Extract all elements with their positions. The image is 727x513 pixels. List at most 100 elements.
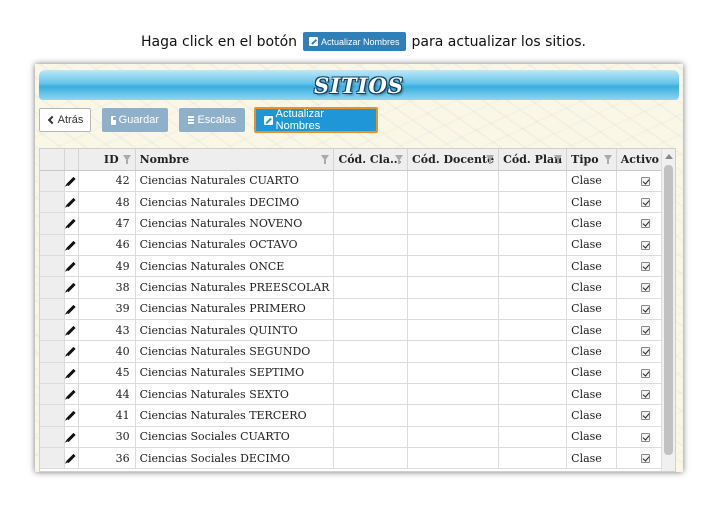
checkbox-checked-icon[interactable] — [640, 432, 650, 442]
cell-cod-clase — [333, 170, 409, 192]
table-row[interactable]: 47 Ciencias Naturales NOVENO Clase — [40, 212, 675, 235]
cell-cod-clase — [333, 234, 409, 256]
row-selector[interactable] — [40, 404, 65, 427]
row-selector[interactable] — [40, 276, 65, 299]
filter-icon[interactable] — [486, 155, 495, 164]
checkbox-checked-icon[interactable] — [640, 219, 650, 229]
table-row[interactable]: 40 Ciencias Naturales SEGUNDO Clase — [40, 340, 675, 363]
pencil-icon — [66, 197, 76, 208]
checkbox-checked-icon[interactable] — [640, 368, 650, 378]
checkbox-checked-icon[interactable] — [640, 326, 650, 336]
checkbox-checked-icon[interactable] — [640, 454, 650, 464]
table-row[interactable]: 39 Ciencias Naturales PRIMERO Clase — [40, 298, 675, 320]
row-selector[interactable] — [40, 212, 65, 235]
column-header-cod-clase[interactable]: Cód. Cla... — [333, 149, 409, 171]
checkbox-checked-icon[interactable] — [640, 198, 650, 208]
filter-icon[interactable] — [122, 155, 131, 164]
filter-icon[interactable] — [554, 155, 563, 164]
scrollbar-thumb[interactable] — [664, 165, 673, 455]
column-header-nombre[interactable]: Nombre — [135, 149, 335, 171]
checkbox-checked-icon[interactable] — [640, 262, 650, 272]
cell-id: 41 — [78, 404, 136, 427]
edit-row-button[interactable] — [64, 234, 79, 256]
checkbox-checked-icon[interactable] — [640, 283, 650, 293]
scroll-up-arrow-icon[interactable] — [665, 154, 673, 159]
cell-nombre: Ciencias Naturales PRIMERO — [135, 298, 335, 320]
row-selector[interactable] — [40, 362, 65, 384]
table-row[interactable]: 41 Ciencias Naturales TERCERO Clase — [40, 404, 675, 427]
table-row[interactable]: 38 Ciencias Naturales PREESCOLAR Clase — [40, 276, 675, 299]
row-selector[interactable] — [40, 340, 65, 363]
update-names-button[interactable]: Actualizar Nombres — [254, 107, 378, 133]
table-row[interactable]: 46 Ciencias Naturales OCTAVO Clase — [40, 234, 675, 256]
column-header-id[interactable]: ID — [78, 149, 136, 171]
edit-row-button[interactable] — [64, 170, 79, 192]
cell-cod-docente — [407, 234, 500, 256]
checkbox-checked-icon[interactable] — [640, 347, 650, 357]
filter-icon[interactable] — [321, 155, 330, 164]
edit-row-button[interactable] — [64, 191, 79, 214]
table-row[interactable]: 36 Ciencias Sociales DECIMO Clase — [40, 447, 675, 470]
edit-row-button[interactable] — [64, 255, 79, 278]
row-selector[interactable] — [40, 191, 65, 214]
cell-cod-plan — [498, 191, 568, 214]
cell-cod-plan — [498, 298, 568, 320]
cell-nombre: Ciencias Naturales DECIMO — [135, 191, 335, 214]
column-header-cod-docente[interactable]: Cód. Docente — [407, 149, 500, 171]
edit-row-button[interactable] — [64, 319, 79, 342]
cell-cod-plan — [498, 383, 568, 406]
floppy-disk-icon — [111, 115, 118, 125]
column-header-cod-plan[interactable]: Cód. Plan — [498, 149, 568, 171]
cell-nombre: Ciencias Naturales TERCERO — [135, 404, 335, 427]
row-selector[interactable] — [40, 319, 65, 342]
cell-tipo: Clase — [566, 383, 617, 406]
table-row[interactable]: 30 Ciencias Sociales CUARTO Clase — [40, 426, 675, 448]
column-header-tipo[interactable]: Tipo — [566, 149, 617, 171]
edit-row-button[interactable] — [64, 212, 79, 235]
cell-cod-plan — [498, 362, 568, 384]
row-selector[interactable] — [40, 255, 65, 278]
cell-id: 49 — [78, 255, 136, 278]
row-selector[interactable] — [40, 383, 65, 406]
pencil-icon — [66, 432, 76, 442]
edit-row-button[interactable] — [64, 426, 79, 448]
row-selector[interactable] — [40, 234, 65, 256]
table-row[interactable]: 44 Ciencias Naturales SEXTO Clase — [40, 383, 675, 406]
save-button[interactable]: Guardar — [102, 108, 168, 132]
cell-cod-docente — [407, 362, 500, 384]
edit-row-button[interactable] — [64, 404, 79, 427]
cell-id: 38 — [78, 276, 136, 299]
row-selector[interactable] — [40, 170, 65, 192]
table-row[interactable]: 42 Ciencias Naturales CUARTO Clase — [40, 170, 675, 192]
filter-icon[interactable] — [395, 155, 404, 164]
checkbox-checked-icon[interactable] — [640, 390, 650, 400]
back-button[interactable]: Atrás — [39, 108, 91, 132]
checkbox-checked-icon[interactable] — [640, 176, 650, 186]
table-row[interactable]: 48 Ciencias Naturales DECIMO Clase — [40, 191, 675, 214]
column-header-label: Cód. Cla... — [338, 152, 402, 166]
scales-button[interactable]: Escalas — [179, 108, 245, 132]
filter-icon[interactable] — [603, 155, 612, 164]
pencil-icon — [66, 347, 76, 357]
edit-row-button[interactable] — [64, 362, 79, 384]
row-selector[interactable] — [40, 447, 65, 470]
vertical-scrollbar[interactable] — [661, 149, 675, 471]
edit-row-button[interactable] — [64, 340, 79, 363]
cell-cod-docente — [407, 255, 500, 278]
checkbox-checked-icon[interactable] — [640, 240, 650, 250]
cell-cod-plan — [498, 234, 568, 256]
cell-nombre: Ciencias Naturales CUARTO — [135, 170, 335, 192]
row-selector[interactable] — [40, 426, 65, 448]
edit-row-button[interactable] — [64, 447, 79, 470]
checkbox-checked-icon[interactable] — [640, 304, 650, 314]
edit-row-button[interactable] — [64, 276, 79, 299]
table-row[interactable]: 49 Ciencias Naturales ONCE Clase — [40, 255, 675, 278]
cell-nombre: Ciencias Naturales SEGUNDO — [135, 340, 335, 363]
table-row[interactable]: 43 Ciencias Naturales QUINTO Clase — [40, 319, 675, 342]
row-selector[interactable] — [40, 298, 65, 320]
edit-row-button[interactable] — [64, 298, 79, 320]
edit-row-button[interactable] — [64, 383, 79, 406]
checkbox-checked-icon[interactable] — [640, 411, 650, 421]
pencil-icon — [66, 240, 76, 250]
table-row[interactable]: 45 Ciencias Naturales SEPTIMO Clase — [40, 362, 675, 384]
